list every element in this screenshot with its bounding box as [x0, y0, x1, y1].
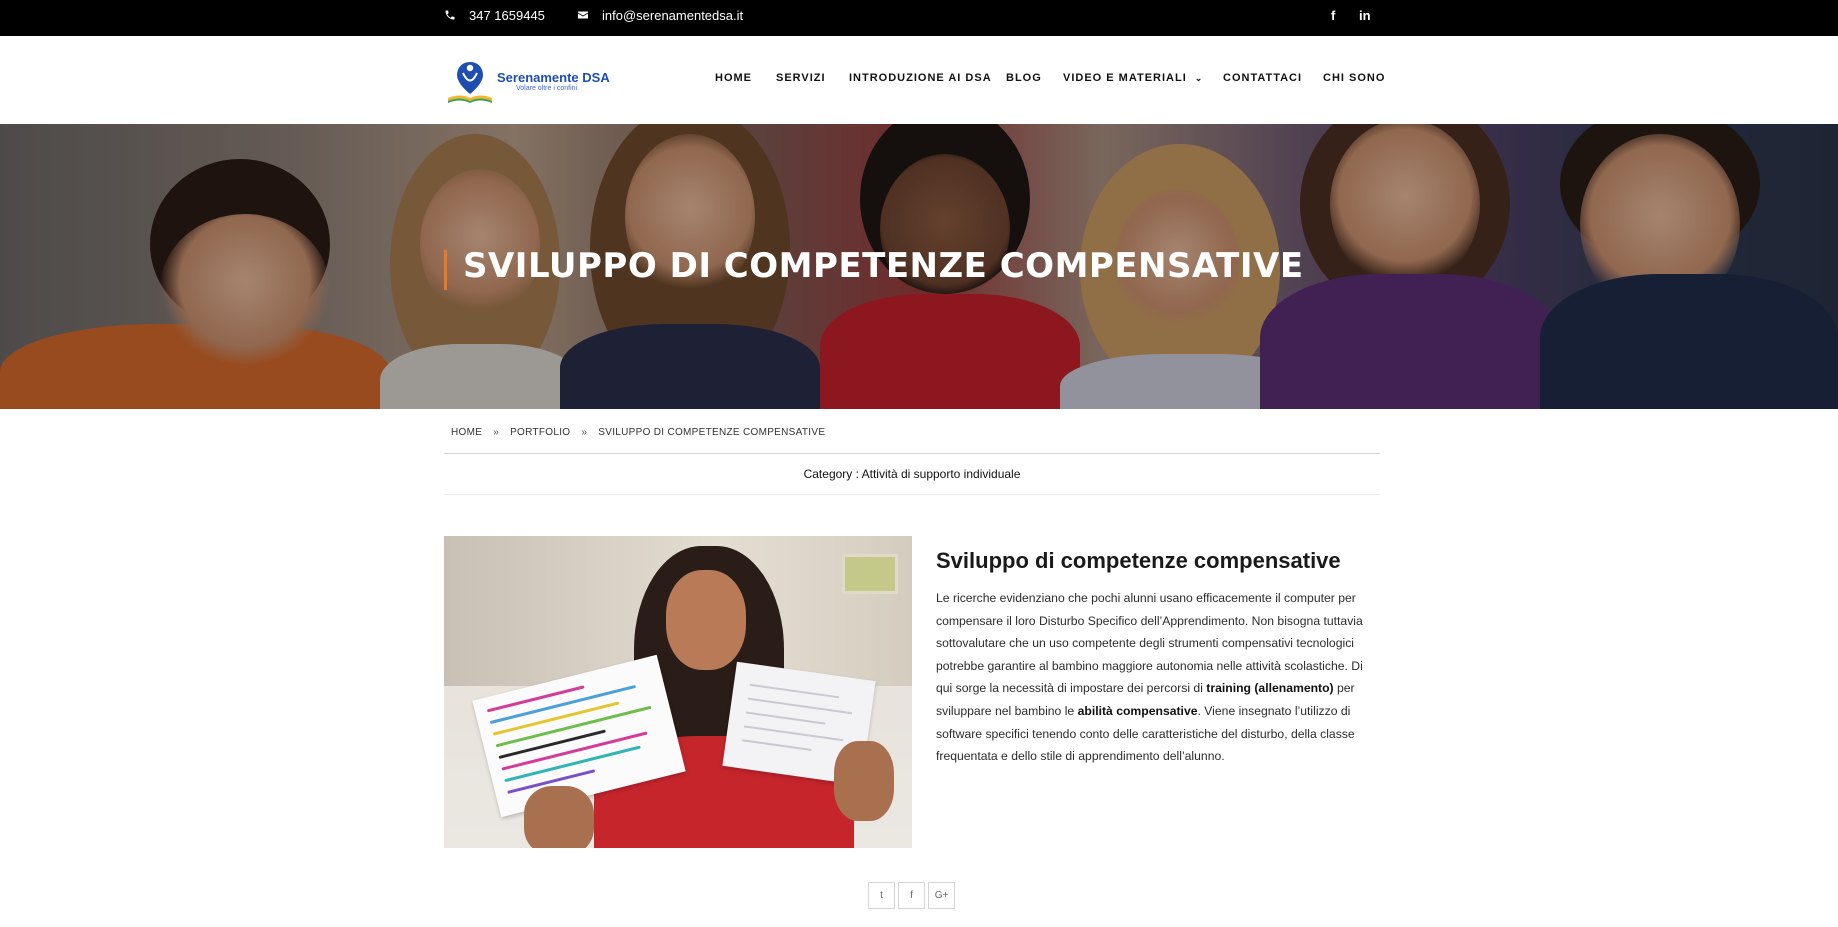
breadcrumb-separator: »	[581, 426, 588, 438]
nav-introduzione-ai-dsa[interactable]: INTRODUZIONE AI DSA	[849, 72, 992, 84]
twitter-share-button[interactable]: t	[868, 882, 895, 909]
chevron-down-icon: ⌄	[1194, 73, 1204, 83]
phone-number: 347 1659445	[469, 7, 545, 23]
email-address: info@serenamentedsa.it	[602, 7, 744, 23]
breadcrumb-portfolio[interactable]: PORTFOLIO	[510, 427, 570, 438]
nav-servizi[interactable]: SERVIZI	[776, 72, 826, 84]
facebook-icon: f	[910, 890, 913, 901]
facebook-share-button[interactable]: f	[898, 882, 925, 909]
phone-contact[interactable]: 347 1659445	[444, 0, 545, 30]
category-link[interactable]: Attività di supporto individuale	[862, 467, 1021, 481]
envelope-icon	[578, 11, 588, 19]
hero-accent-bar	[444, 250, 447, 290]
twitter-icon: t	[880, 890, 883, 901]
site-logo[interactable]: Serenamente DSA Volare oltre i confini	[444, 58, 610, 106]
article-body-bold: abilità compensative	[1077, 703, 1198, 718]
breadcrumb: HOME » PORTFOLIO » SVILUPPO DI COMPETENZ…	[451, 425, 825, 439]
nav-home[interactable]: HOME	[715, 72, 752, 84]
breadcrumb-current: SVILUPPO DI COMPETENZE COMPENSATIVE	[598, 426, 826, 438]
article-body: Le ricerche evidenziano che pochi alunni…	[936, 587, 1364, 768]
phone-icon	[445, 10, 455, 20]
breadcrumb-home[interactable]: HOME	[451, 427, 482, 438]
nav-video-e-materiali-label: VIDEO E MATERIALI	[1063, 72, 1187, 84]
nav-chi-sono[interactable]: CHI SONO	[1323, 72, 1385, 84]
nav-contattaci[interactable]: CONTATTACI	[1223, 72, 1302, 84]
breadcrumb-separator: »	[493, 426, 500, 438]
site-header: Serenamente DSA Volare oltre i confini H…	[0, 36, 1838, 124]
logo-pin-icon	[448, 62, 492, 103]
portfolio-image	[444, 536, 912, 848]
category-line: Category : Attività di supporto individu…	[444, 467, 1380, 481]
divider	[444, 453, 1380, 454]
nav-video-e-materiali[interactable]: VIDEO E MATERIALI ⌄	[1063, 72, 1203, 84]
hero-banner: SVILUPPO DI COMPETENZE COMPENSATIVE	[0, 124, 1838, 409]
article-title: Sviluppo di competenze compensative	[936, 548, 1341, 573]
logo-tagline: Volare oltre i confini	[516, 85, 578, 92]
article-body-bold: training (allenamento)	[1206, 681, 1334, 696]
category-label: Category :	[803, 467, 859, 481]
linkedin-icon[interactable]: in	[1359, 0, 1371, 30]
email-contact[interactable]: info@serenamentedsa.it	[577, 0, 743, 30]
article-body-text: Le ricerche evidenziano che pochi alunni…	[936, 591, 1363, 696]
google-plus-icon: G+	[934, 890, 949, 901]
facebook-icon[interactable]: f	[1331, 0, 1335, 30]
divider	[444, 494, 1380, 495]
top-bar: 347 1659445 info@serenamentedsa.it f in	[0, 0, 1838, 36]
logo-title: Serenamente DSA	[497, 70, 610, 85]
google-plus-share-button[interactable]: G+	[928, 882, 955, 909]
nav-blog[interactable]: BLOG	[1006, 72, 1042, 84]
page-title: SVILUPPO DI COMPETENZE COMPENSATIVE	[463, 246, 1304, 286]
